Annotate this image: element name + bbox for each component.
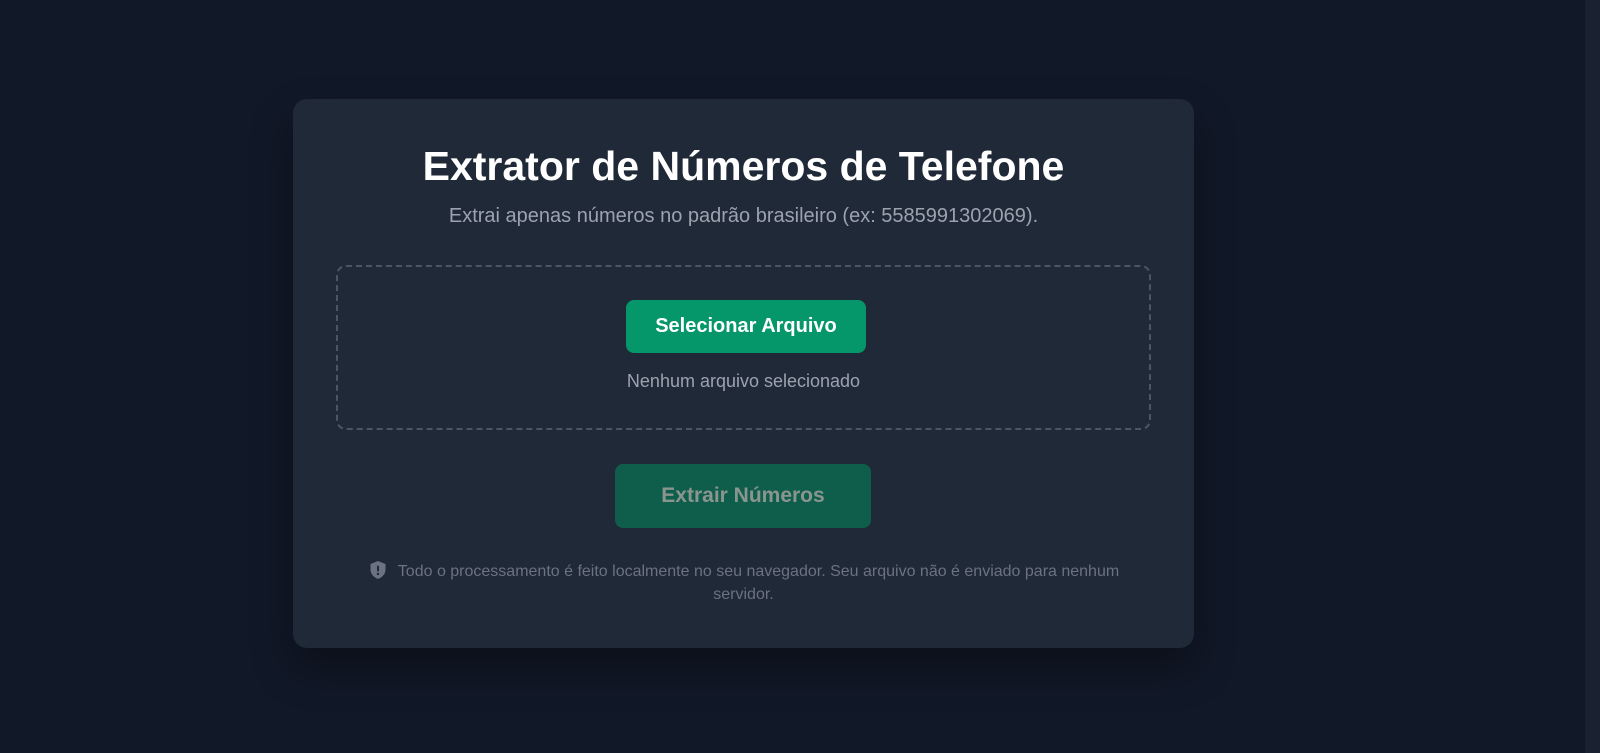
file-status-text: Nenhum arquivo selecionado xyxy=(626,371,861,391)
page-title: Extrator de Números de Telefone xyxy=(422,143,1065,189)
shield-icon xyxy=(370,561,386,579)
extract-numbers-button[interactable]: Extrair Números xyxy=(615,464,871,528)
file-dropzone[interactable]: Selecionar Arquivo Nenhum arquivo seleci… xyxy=(336,265,1151,430)
page-subtitle: Extrai apenas números no padrão brasilei… xyxy=(448,205,1039,227)
select-file-button[interactable]: Selecionar Arquivo xyxy=(626,300,866,353)
privacy-notice: Todo o processamento é feito localmente … xyxy=(341,560,1146,606)
extractor-card: Extrator de Números de Telefone Extrai a… xyxy=(293,99,1194,648)
scrollbar-track[interactable] xyxy=(1585,0,1600,753)
privacy-notice-text: Todo o processamento é feito localmente … xyxy=(397,563,1120,603)
app-page: Extrator de Números de Telefone Extrai a… xyxy=(0,0,1600,753)
